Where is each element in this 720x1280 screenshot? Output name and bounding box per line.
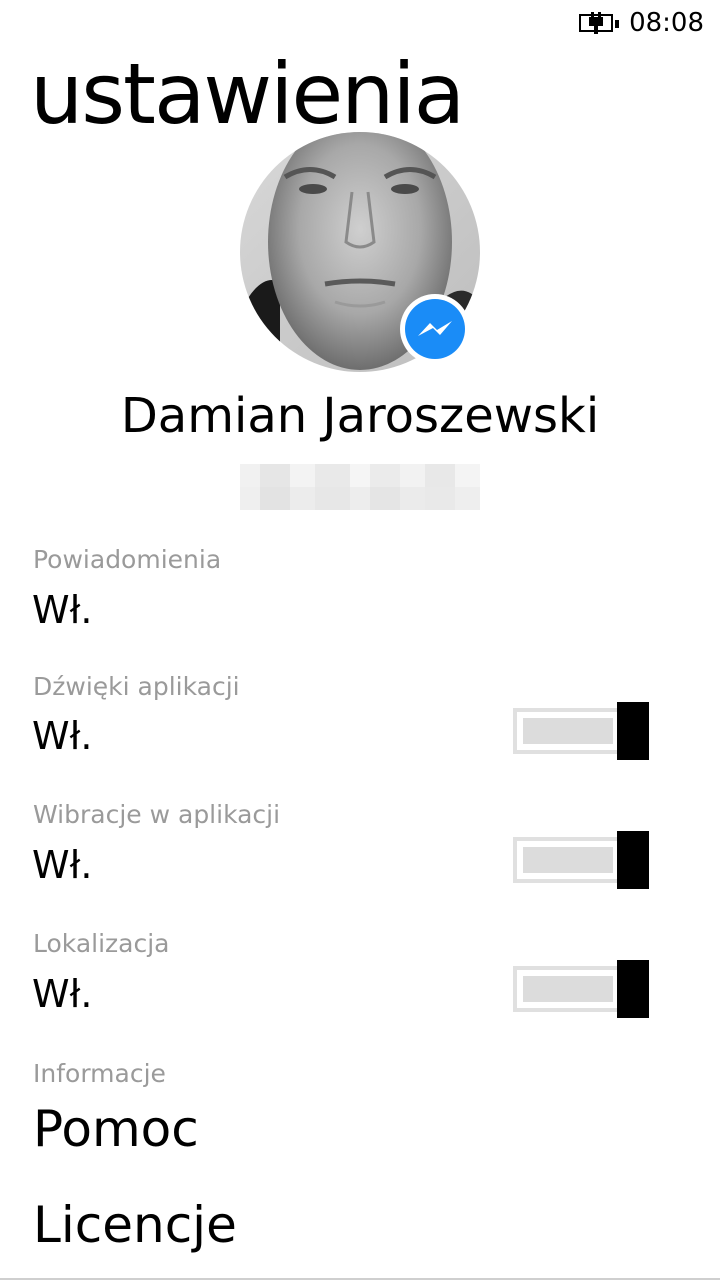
location-value: Wł. (32, 972, 93, 1016)
location-label: Lokalizacja (33, 929, 170, 958)
messenger-icon (405, 299, 465, 359)
messenger-badge (400, 294, 470, 364)
notifications-value[interactable]: Wł. (32, 588, 92, 632)
toggle-fill (523, 847, 613, 873)
redacted-info (240, 464, 480, 510)
info-label: Informacje (33, 1059, 166, 1088)
toggle-thumb[interactable] (617, 702, 649, 760)
app-sounds-value: Wł. (32, 714, 93, 758)
toggle-fill (523, 718, 613, 744)
page-title: ustawienia (30, 45, 465, 143)
notifications-label: Powiadomienia (33, 545, 222, 574)
toggle-thumb[interactable] (617, 831, 649, 889)
app-vibration-value: Wł. (32, 843, 93, 887)
profile-avatar-container[interactable] (240, 132, 480, 372)
toggle-fill (523, 976, 613, 1002)
status-time: 08:08 (629, 8, 704, 38)
profile-name: Damian Jaroszewski (120, 388, 600, 444)
help-link[interactable]: Pomoc (33, 1100, 199, 1158)
licenses-link[interactable]: Licencje (33, 1196, 237, 1254)
toggle-thumb[interactable] (617, 960, 649, 1018)
settings-screen: 08:08 ustawienia Damian Jaroszewski Powi… (0, 0, 720, 1280)
location-toggle[interactable] (513, 960, 649, 1018)
app-vibration-toggle[interactable] (513, 831, 649, 889)
battery-charging-icon (579, 12, 620, 34)
app-sounds-label: Dźwięki aplikacji (33, 672, 240, 701)
status-bar: 08:08 (579, 6, 704, 40)
app-sounds-toggle[interactable] (513, 702, 649, 760)
app-vibration-label: Wibracje w aplikacji (33, 800, 281, 829)
